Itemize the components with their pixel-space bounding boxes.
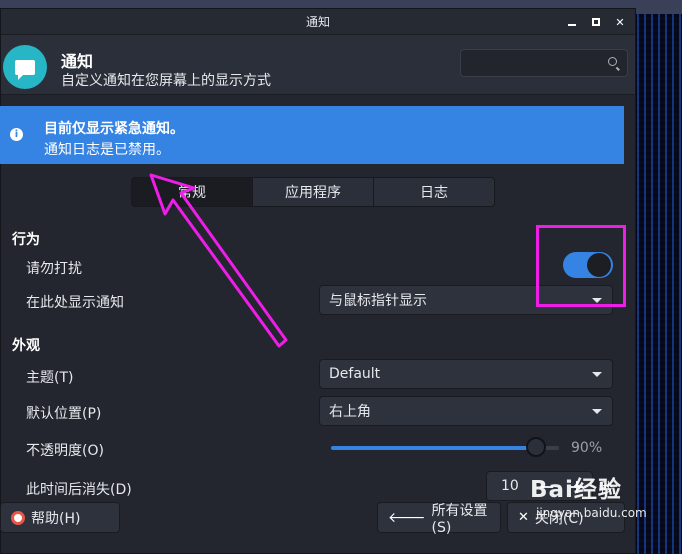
dnd-label: 请勿打扰 xyxy=(26,261,82,277)
tab-log[interactable]: 日志 xyxy=(374,178,494,206)
opacity-slider-handle[interactable] xyxy=(526,437,547,457)
timeout-label: 此时间后消失(D) xyxy=(26,482,132,498)
minimize-icon xyxy=(568,24,576,26)
theme-value: Default xyxy=(329,366,381,382)
opacity-slider[interactable] xyxy=(331,437,559,457)
help-button[interactable]: 帮助(H) xyxy=(0,502,120,533)
banner-line-1: 目前仅显示紧急通知。 xyxy=(44,121,184,137)
search-input[interactable] xyxy=(460,49,628,77)
opacity-slider-fill xyxy=(331,446,537,450)
maximize-button[interactable] xyxy=(589,15,603,29)
section-behavior: 行为 xyxy=(12,232,40,248)
search-icon xyxy=(608,57,617,66)
tab-general[interactable]: 常规 xyxy=(132,178,253,206)
minimize-button[interactable] xyxy=(565,15,579,29)
maximize-icon xyxy=(592,18,600,26)
banner-line-2: 通知日志是已禁用。 xyxy=(44,142,170,158)
chevron-down-icon xyxy=(592,372,602,377)
help-label: 帮助(H) xyxy=(31,510,81,527)
tab-bar: 常规 应用程序 日志 xyxy=(131,177,495,207)
watermark-logo: Bai经验 xyxy=(530,477,622,503)
timeout-value[interactable]: 10 xyxy=(501,478,519,494)
title-bar[interactable]: 通知 ✕ xyxy=(1,9,635,35)
help-icon xyxy=(11,510,25,525)
watermark-url: jingyan.baidu.com xyxy=(536,506,647,520)
opacity-value: 90% xyxy=(571,440,603,456)
notification-app-icon xyxy=(3,45,47,89)
position-dropdown[interactable]: 右上角 xyxy=(319,396,613,426)
show-here-label: 在此处显示通知 xyxy=(26,295,124,311)
header: 通知 自定义通知在您屏幕上的显示方式 xyxy=(1,35,635,95)
page-subtitle: 自定义通知在您屏幕上的显示方式 xyxy=(61,73,271,89)
page-title: 通知 xyxy=(61,52,94,71)
annotation-highlight-box xyxy=(536,225,626,307)
section-appearance: 外观 xyxy=(12,338,40,354)
back-arrow-icon: 🡐 xyxy=(388,510,426,526)
window-controls: ✕ xyxy=(565,9,627,35)
all-settings-button[interactable]: 🡐 所有设置(S) xyxy=(377,502,501,536)
show-here-value: 与鼠标指针显示 xyxy=(329,293,427,309)
info-icon: i xyxy=(10,128,23,141)
position-value: 右上角 xyxy=(329,404,371,420)
window-title: 通知 xyxy=(305,15,330,29)
theme-label: 主题(T) xyxy=(26,370,74,386)
position-label: 默认位置(P) xyxy=(26,406,102,422)
info-banner: i 目前仅显示紧急通知。 通知日志是已禁用。 xyxy=(0,106,624,164)
all-settings-label: 所有设置(S) xyxy=(431,502,488,536)
close-icon: ✕ xyxy=(615,15,625,29)
close-window-button[interactable]: ✕ xyxy=(613,15,627,29)
baidu-watermark: Bai经验 jingyan.baidu.com xyxy=(526,468,682,554)
chevron-down-icon xyxy=(592,409,602,414)
theme-dropdown[interactable]: Default xyxy=(319,359,613,389)
opacity-label: 不透明度(O) xyxy=(26,443,104,459)
tab-applications[interactable]: 应用程序 xyxy=(253,178,374,206)
